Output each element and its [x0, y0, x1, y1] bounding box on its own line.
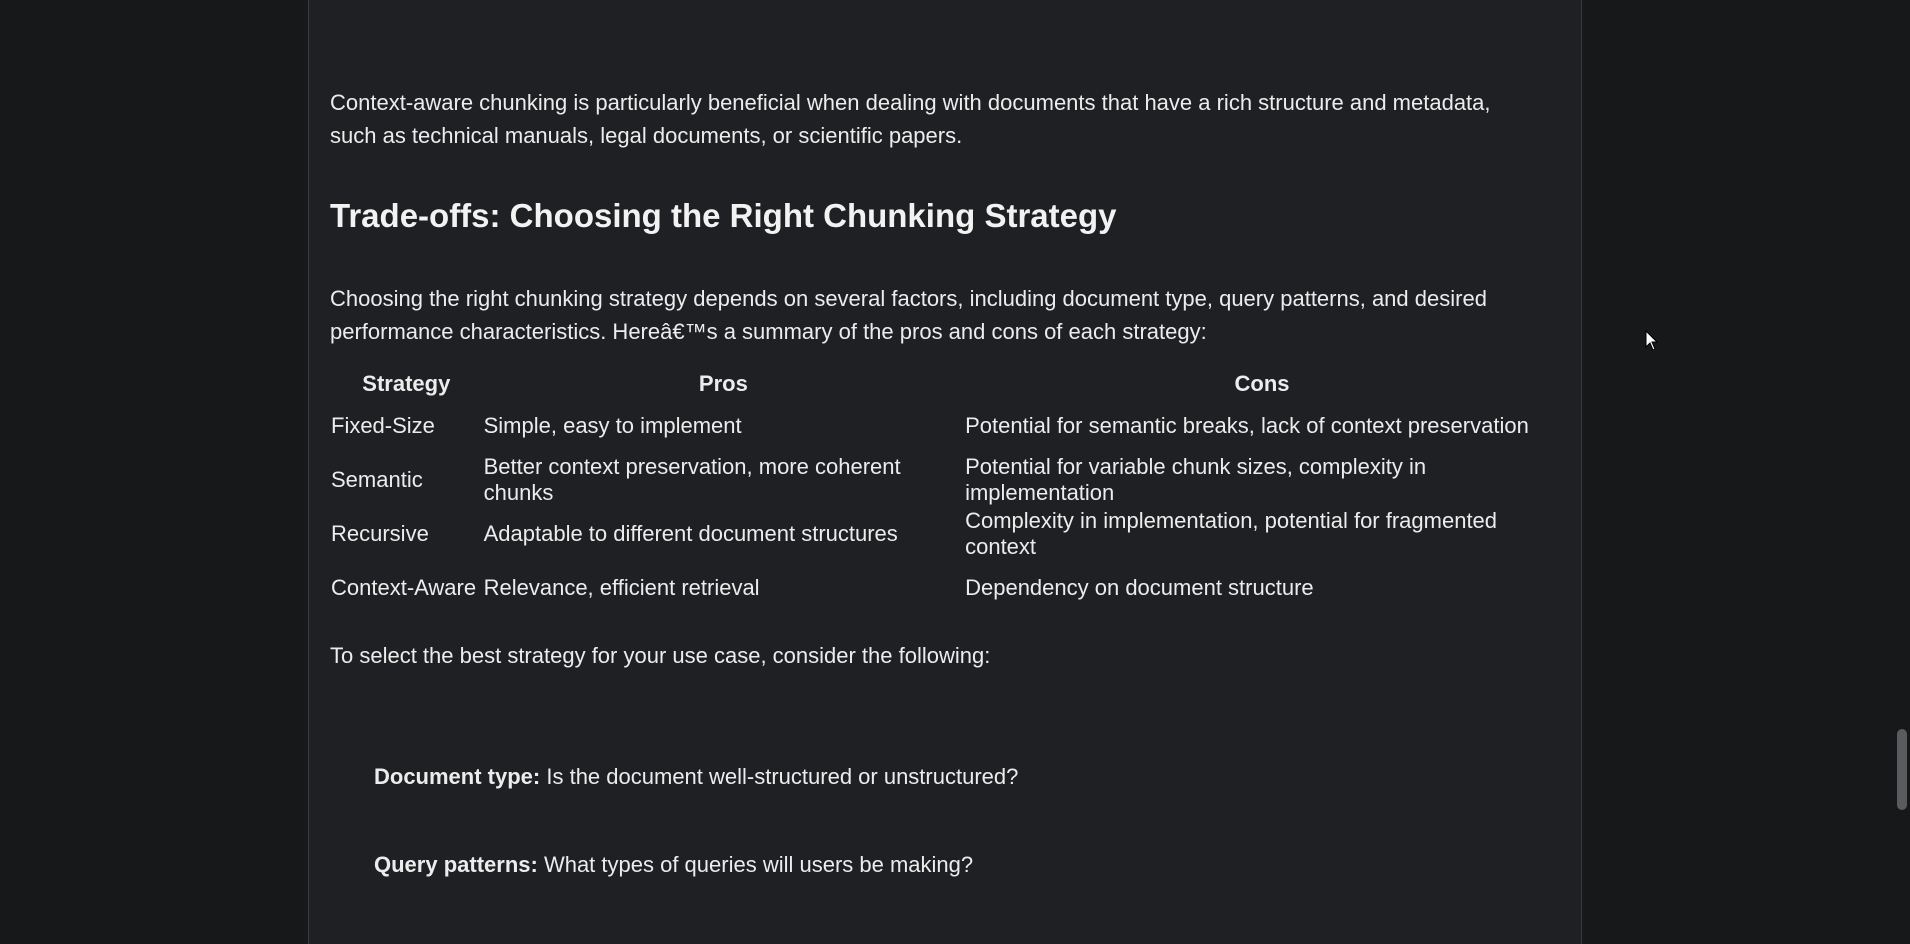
cell-strategy: Recursive [331, 521, 429, 546]
section-heading: Trade-offs: Choosing the Right Chunking … [330, 197, 1117, 234]
cell-pros: Better context preservation, more cohere… [483, 454, 901, 505]
summary-paragraph: Choosing the right chunking strategy dep… [330, 286, 1487, 344]
scrollbar-thumb[interactable] [1897, 729, 1907, 810]
intro-paragraph: Context-aware chunking is particularly b… [330, 90, 1491, 148]
consideration-document-type: Document type: Is the document well-stru… [374, 760, 1018, 793]
cell-cons: Complexity in implementation, potential … [965, 508, 1498, 559]
table-header-row: Strategy Pros Cons [330, 369, 1560, 399]
header-pros: Pros [698, 371, 748, 396]
cell-strategy: Fixed-Size [331, 413, 435, 438]
select-paragraph: To select the best strategy for your use… [330, 643, 991, 668]
cell-cons: Potential for semantic breaks, lack of c… [965, 413, 1529, 438]
consideration-query-patterns: Query patterns: What types of queries wi… [374, 848, 973, 881]
mouse-pointer-icon [1645, 330, 1659, 351]
vertical-scrollbar[interactable] [1893, 0, 1910, 944]
header-cons: Cons [1234, 371, 1290, 396]
consideration-label: Document type: [374, 764, 541, 789]
consideration-label: Query patterns: [374, 852, 538, 877]
cell-strategy: Context-Aware [331, 575, 477, 600]
cell-pros: Adaptable to different document structur… [483, 521, 898, 546]
cell-cons: Dependency on document structure [965, 575, 1314, 600]
strategy-comparison-table: Strategy Pros Cons Fixed-Size Simple, ea… [330, 369, 1560, 615]
document-column: Context-aware chunking is particularly b… [308, 0, 1582, 944]
cell-pros: Simple, easy to implement [483, 413, 742, 438]
table-row: Fixed-Size Simple, easy to implement Pot… [330, 399, 1560, 453]
header-strategy: Strategy [362, 371, 451, 396]
table-row: Recursive Adaptable to different documen… [330, 507, 1560, 561]
cell-strategy: Semantic [331, 467, 423, 492]
table-row: Context-Aware Relevance, efficient retri… [330, 561, 1560, 615]
cell-cons: Potential for variable chunk sizes, comp… [965, 454, 1427, 505]
cell-pros: Relevance, efficient retrieval [483, 575, 760, 600]
table-row: Semantic Better context preservation, mo… [330, 453, 1560, 507]
consideration-text: Is the document well-structured or unstr… [540, 764, 1019, 789]
consideration-text: What types of queries will users be maki… [537, 852, 974, 877]
